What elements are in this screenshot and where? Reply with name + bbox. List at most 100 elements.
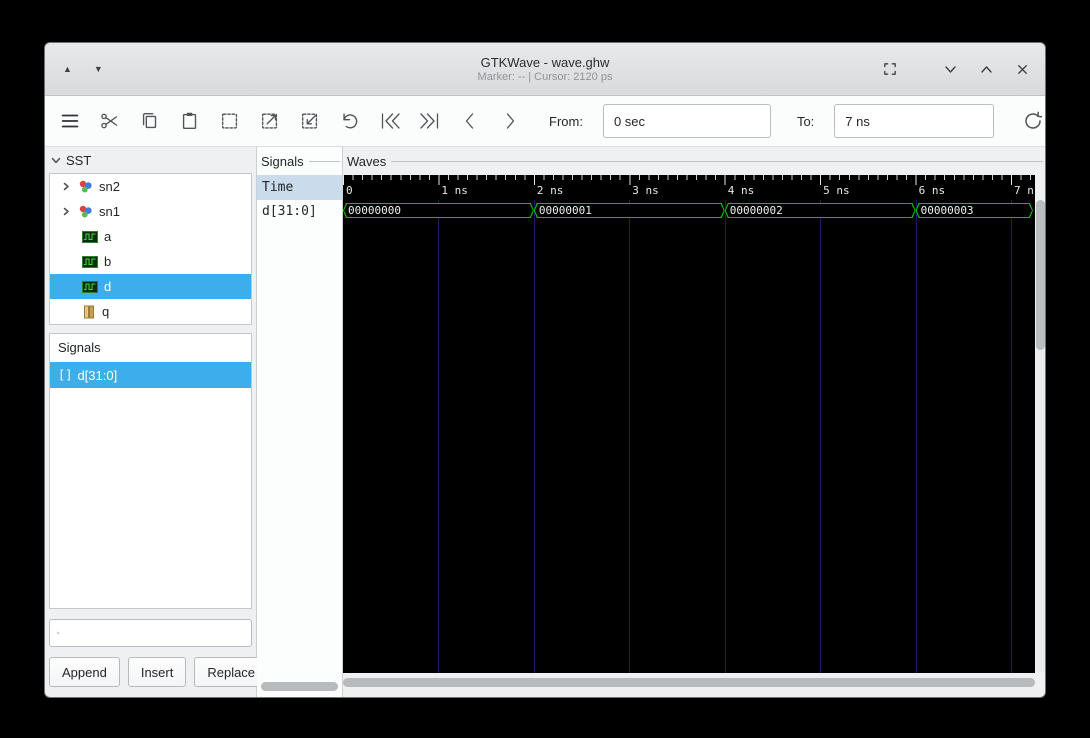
waves-horizontal-scrollbar[interactable] [343, 678, 1035, 687]
zoom-in-icon[interactable] [257, 108, 283, 134]
titlebar-text: GTKWave - wave.ghw Marker: -- | Cursor: … [478, 55, 613, 84]
scrollbar-thumb[interactable] [343, 678, 1035, 687]
tree-item-sn2[interactable]: sn2 [50, 174, 251, 199]
bus-segment: 00000002 [725, 203, 916, 218]
names-horizontal-scrollbar[interactable] [261, 682, 338, 691]
tree-item-a[interactable]: a [50, 224, 251, 249]
signals-column-title: Signals [261, 153, 304, 169]
marker-cursor-status: Marker: -- | Cursor: 2120 ps [477, 70, 613, 83]
bus-value: 00000000 [348, 204, 401, 217]
grid-line [629, 200, 631, 673]
toolbar: From: To: [45, 96, 1045, 147]
copy-icon[interactable] [137, 108, 163, 134]
minimize-icon[interactable] [941, 60, 959, 78]
close-icon[interactable] [1013, 60, 1031, 78]
bus-segment: 00000000 [343, 203, 534, 218]
signal-item-label: d[31:0] [77, 367, 118, 383]
next-edge-icon[interactable] [497, 108, 523, 134]
component-icon [78, 204, 93, 219]
menu-icon[interactable] [57, 108, 83, 134]
header-rule [308, 160, 340, 162]
grid-line [533, 200, 535, 673]
grid-line [438, 200, 440, 673]
insert-button[interactable]: Insert [127, 657, 187, 687]
bus-value: 00000002 [729, 204, 783, 217]
zoom-fit-icon[interactable] [217, 108, 243, 134]
waves-vertical-scrollbar[interactable] [1036, 200, 1045, 673]
go-to-end-icon[interactable] [417, 108, 443, 134]
search-icon [56, 631, 60, 635]
sst-header[interactable]: SST [49, 151, 252, 173]
signals-panel-title: Signals [58, 340, 101, 355]
desktop: { "window": { "title": "GTKWave - wave.g… [0, 0, 1090, 738]
wave-icon [82, 230, 98, 243]
go-to-start-icon[interactable] [377, 108, 403, 134]
tick-label: 6 ns [918, 184, 946, 197]
from-label: From: [549, 113, 583, 129]
signal-list-item[interactable]: [] d[31:0] [50, 362, 251, 388]
maximize-icon[interactable] [977, 60, 995, 78]
header-rule [391, 160, 1043, 162]
waves-column-title: Waves [347, 153, 387, 169]
cut-icon[interactable] [97, 108, 123, 134]
scrollbar-thumb[interactable] [1036, 200, 1045, 350]
wave-icon [82, 255, 98, 268]
signal-name-row[interactable]: d[31:0] [257, 202, 342, 220]
sidebar-buttons: Append Insert Replace [49, 657, 269, 687]
paste-icon[interactable] [177, 108, 203, 134]
tree-item-q[interactable]: q [50, 299, 251, 324]
signal-search[interactable] [49, 619, 252, 647]
search-input[interactable] [65, 624, 245, 642]
sst-sidebar: SST sn2 sn1 a b d q Signals [] d[31:0] A… [45, 147, 269, 697]
tick-label: 4 ns [727, 184, 755, 197]
titlebar-down-arrow-icon[interactable]: ▼ [94, 64, 103, 74]
wave-canvas[interactable]: 00000000 00000001 00000002 00000003 [343, 200, 1035, 673]
fullscreen-icon[interactable] [881, 60, 899, 78]
bus-value: 00000003 [920, 204, 974, 217]
grid-line [915, 200, 917, 673]
grid-line [820, 200, 822, 673]
expander-icon[interactable] [62, 182, 72, 191]
window-controls [881, 43, 1031, 95]
tick-label: 7 ns [1014, 184, 1035, 197]
waves-column: Waves 0 1 ns 2 ns 3 ns 4 ns 5 ns 6 ns 7 ns 0000… [343, 147, 1045, 697]
tree-item-b[interactable]: b [50, 249, 251, 274]
expander-icon[interactable] [62, 207, 72, 216]
tick-label: 5 ns [823, 184, 850, 197]
to-label: To: [796, 113, 815, 129]
tree-item-label: a [104, 229, 112, 244]
titlebar-up-arrow-icon[interactable]: ▲ [63, 64, 72, 74]
append-button[interactable]: Append [49, 657, 120, 687]
tree-item-sn1[interactable]: sn1 [50, 199, 251, 224]
zoom-out-icon[interactable] [297, 108, 323, 134]
window-title: GTKWave - wave.ghw [480, 54, 610, 70]
prev-edge-icon[interactable] [457, 108, 483, 134]
tree-item-label: sn1 [99, 204, 120, 219]
component-icon [78, 179, 93, 194]
tree-item-label: d [104, 279, 112, 294]
bus-segment: 00000003 [916, 203, 1033, 218]
grid-line [724, 200, 726, 673]
to-input[interactable] [834, 104, 995, 138]
signal-names-column: Signals Time d[31:0] [257, 147, 343, 697]
signals-column-header: Signals [257, 151, 342, 171]
sidebar-signals-panel: Signals [] d[31:0] [49, 333, 252, 609]
titlebar[interactable]: ▲ ▼ GTKWave - wave.ghw Marker: -- | Curs… [45, 43, 1045, 96]
time-label: Time [262, 180, 294, 195]
time-row[interactable]: Time [257, 175, 342, 200]
timeline-ruler[interactable]: 0 1 ns 2 ns 3 ns 4 ns 5 ns 6 ns 7 ns [343, 175, 1035, 200]
tick-label: 2 ns [536, 184, 564, 197]
bus-value: 00000001 [538, 204, 592, 217]
tree-item-label: sn2 [99, 179, 120, 194]
waves-column-header: Waves [343, 151, 1045, 171]
tick-label: 0 [346, 184, 353, 197]
from-input[interactable] [602, 104, 771, 138]
undo-icon[interactable] [337, 108, 363, 134]
tree-item-label: b [104, 254, 112, 269]
sst-label: SST [66, 153, 92, 168]
tree-item-label: q [102, 304, 110, 319]
port-icon [82, 305, 96, 319]
tree-item-d[interactable]: d [50, 274, 251, 299]
scrollbar-thumb[interactable] [261, 682, 338, 691]
reload-icon[interactable] [1020, 108, 1045, 134]
